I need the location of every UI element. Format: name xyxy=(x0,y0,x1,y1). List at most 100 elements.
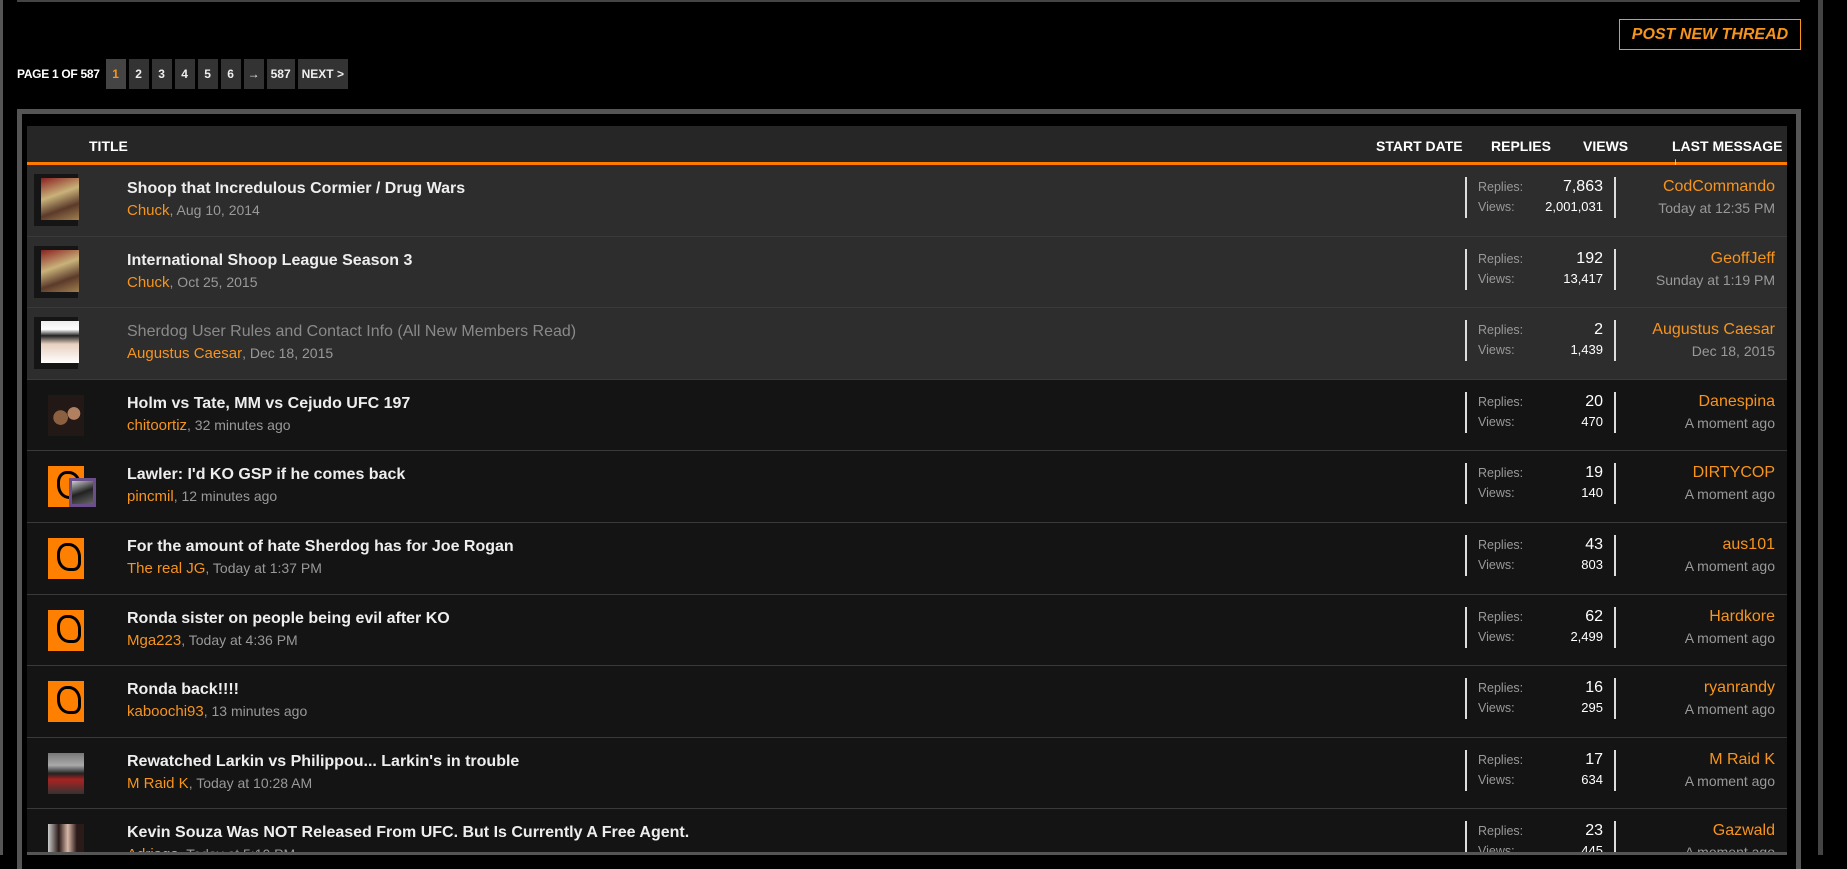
last-post-time[interactable]: A moment ago xyxy=(1685,486,1775,502)
last-poster[interactable]: Augustus Caesar xyxy=(1652,321,1775,339)
thread-title[interactable]: Ronda sister on people being evil after … xyxy=(127,610,450,628)
last-poster[interactable]: CodCommando xyxy=(1658,178,1775,196)
thread-author[interactable]: M Raid K xyxy=(127,775,189,792)
views-count: 13,417 xyxy=(1563,270,1603,286)
last-poster[interactable]: DIRTYCOP xyxy=(1685,464,1775,482)
page-link-1[interactable]: 1 xyxy=(105,59,126,89)
thread-title[interactable]: For the amount of hate Sherdog has for J… xyxy=(127,538,514,556)
last-post-time[interactable]: A moment ago xyxy=(1685,558,1775,574)
last-post-time[interactable]: A moment ago xyxy=(1685,773,1775,789)
page-link-last[interactable]: 587 xyxy=(266,59,295,89)
views-label: Views: xyxy=(1478,486,1515,501)
page-link-4[interactable]: 4 xyxy=(174,59,195,89)
thread-start-date: , Today at 4:36 PM xyxy=(181,631,298,648)
views-label: Views: xyxy=(1478,414,1515,429)
sort-start-date[interactable]: START DATE xyxy=(1376,138,1463,154)
last-poster[interactable]: M Raid K xyxy=(1685,751,1775,769)
thread-title[interactable]: Shoop that Incredulous Cormier / Drug Wa… xyxy=(127,180,465,198)
sort-replies[interactable]: REPLIES xyxy=(1491,138,1551,154)
thread-title[interactable]: Ronda back!!!! xyxy=(127,681,239,699)
thread-meta: The real JG, Today at 1:37 PM xyxy=(127,560,322,577)
sort-title[interactable]: TITLE xyxy=(89,138,128,154)
page-jump-arrow[interactable]: → xyxy=(243,59,264,89)
thread-author[interactable]: chitoortiz xyxy=(127,417,187,434)
last-poster[interactable]: Danespina xyxy=(1685,393,1776,411)
scrollbar[interactable] xyxy=(1818,0,1823,855)
views-label: Views: xyxy=(1478,629,1515,644)
last-message: ryanrandy A moment ago xyxy=(1685,679,1775,717)
thread-row: Sherdog User Rules and Contact Info (All… xyxy=(27,308,1787,380)
last-poster[interactable]: ryanrandy xyxy=(1685,679,1775,697)
thread-author[interactable]: Mga223 xyxy=(127,632,181,649)
avatar[interactable] xyxy=(48,681,84,723)
thread-meta: Chuck, Aug 10, 2014 xyxy=(127,202,260,219)
thread-start-date: , Today at 1:37 PM xyxy=(205,559,322,576)
thread-stats: Replies: 7,863 Views: 2,001,031 xyxy=(1465,177,1616,218)
page-link-2[interactable]: 2 xyxy=(128,59,149,89)
last-message: Hardkore A moment ago xyxy=(1685,608,1775,646)
thread-title[interactable]: Kevin Souza Was NOT Released From UFC. B… xyxy=(127,824,689,842)
thread-title[interactable]: Holm vs Tate, MM vs Cejudo UFC 197 xyxy=(127,395,410,413)
last-post-time[interactable]: Dec 18, 2015 xyxy=(1652,343,1775,359)
thread-row: Ronda back!!!! kaboochi93, 13 minutes ago… xyxy=(27,666,1787,738)
avatar[interactable] xyxy=(48,752,84,794)
last-poster-avatar[interactable] xyxy=(69,478,96,508)
thread-start-date: , 32 minutes ago xyxy=(187,416,291,433)
last-post-time[interactable]: Sunday at 1:19 PM xyxy=(1656,272,1775,288)
last-poster[interactable]: Gazwald xyxy=(1685,822,1775,840)
last-message: GeoffJeff Sunday at 1:19 PM xyxy=(1656,250,1775,288)
next-page-button[interactable]: NEXT > xyxy=(297,59,348,89)
thread-stats: Replies: 43 Views: 803 xyxy=(1465,534,1616,576)
last-post-time[interactable]: A moment ago xyxy=(1685,415,1775,431)
replies-label: Replies: xyxy=(1478,466,1524,481)
views-label: Views: xyxy=(1478,271,1515,286)
thread-row: Lawler: I'd KO GSP if he comes back pincm… xyxy=(27,451,1787,523)
thread-title[interactable]: Rewatched Larkin vs Philippou... Larkin'… xyxy=(127,753,519,771)
avatar[interactable] xyxy=(48,609,84,651)
thread-author[interactable]: Augustus Caesar xyxy=(127,345,242,362)
replies-count: 43 xyxy=(1585,535,1603,553)
replies-label: Replies: xyxy=(1478,251,1524,266)
last-message: DIRTYCOP A moment ago xyxy=(1685,464,1775,502)
thread-start-date: , 12 minutes ago xyxy=(173,488,278,505)
page-link-5[interactable]: 5 xyxy=(197,59,218,89)
avatar[interactable] xyxy=(48,394,84,436)
replies-count: 19 xyxy=(1585,464,1603,482)
thread-stats: Replies: 17 Views: 634 xyxy=(1465,749,1616,791)
page-link-3[interactable]: 3 xyxy=(151,59,172,89)
avatar[interactable] xyxy=(41,249,79,292)
avatar[interactable] xyxy=(48,824,84,855)
avatar[interactable] xyxy=(41,178,79,220)
thread-author[interactable]: kaboochi93 xyxy=(127,703,204,720)
last-poster[interactable]: GeoffJeff xyxy=(1656,250,1775,268)
last-poster[interactable]: Hardkore xyxy=(1685,608,1775,626)
replies-label: Replies: xyxy=(1478,180,1524,194)
replies-count: 23 xyxy=(1585,822,1603,840)
last-poster[interactable]: aus101 xyxy=(1685,536,1776,554)
avatar[interactable] xyxy=(48,537,84,579)
replies-label: Replies: xyxy=(1478,537,1524,552)
avatar[interactable] xyxy=(41,321,79,364)
thread-title[interactable]: Sherdog User Rules and Contact Info (All… xyxy=(127,323,576,341)
last-post-time[interactable]: A moment ago xyxy=(1685,630,1775,646)
last-post-time[interactable]: Today at 12:35 PM xyxy=(1658,200,1775,216)
divider xyxy=(17,0,1800,2)
views-count: 1,439 xyxy=(1570,342,1603,358)
views-count: 140 xyxy=(1581,485,1603,501)
replies-count: 2 xyxy=(1594,321,1603,339)
last-post-time[interactable]: A moment ago xyxy=(1685,701,1775,717)
post-new-thread-button[interactable]: POST NEW THREAD xyxy=(1619,19,1801,50)
replies-label: Replies: xyxy=(1478,323,1524,338)
views-count: 2,499 xyxy=(1570,628,1603,644)
sort-views[interactable]: VIEWS xyxy=(1583,138,1628,154)
thread-author[interactable]: Chuck xyxy=(127,274,170,291)
thread-author[interactable]: pincmil xyxy=(127,488,174,505)
thread-title[interactable]: International Shoop League Season 3 xyxy=(127,252,412,270)
thread-meta: Mga223, Today at 4:36 PM xyxy=(127,632,298,649)
replies-label: Replies: xyxy=(1478,394,1524,409)
thread-stats: Replies: 20 Views: 470 xyxy=(1465,391,1616,433)
thread-author[interactable]: Chuck xyxy=(127,202,170,219)
page-link-6[interactable]: 6 xyxy=(220,59,241,89)
thread-author[interactable]: The real JG xyxy=(127,560,205,577)
thread-title[interactable]: Lawler: I'd KO GSP if he comes back xyxy=(127,466,405,484)
